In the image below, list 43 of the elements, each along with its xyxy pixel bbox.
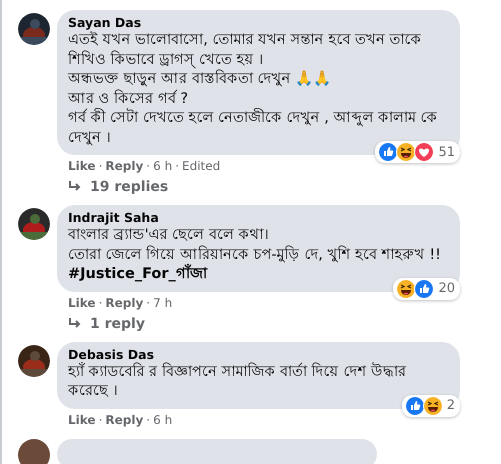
view-replies-link[interactable]: 1 reply xyxy=(57,310,145,342)
separator: · xyxy=(98,159,102,173)
avatar[interactable] xyxy=(18,208,50,240)
timestamp[interactable]: 6 h xyxy=(153,412,172,426)
laughing-face-icon xyxy=(396,142,416,162)
heart-icon xyxy=(414,142,434,162)
like-link[interactable]: Like xyxy=(68,159,96,173)
like-link[interactable]: Like xyxy=(68,296,96,310)
author-name[interactable]: Indrajit Saha xyxy=(68,210,446,226)
comment-text: অন্ধভক্ত ছাড়ুন আর বাস্তবিকতা দেখুন 🙏🙏 xyxy=(68,70,332,89)
separator: · xyxy=(146,159,150,173)
reply-link[interactable]: Reply xyxy=(105,412,144,426)
edited-label: Edited xyxy=(182,159,220,173)
comment-text: এতই যখন ভালোবাসো, তোমার যখন সন্তান হবে তখন তাকে শিখিও কিভাবে ড্রাগস্ খেতে হয় । xyxy=(68,31,422,70)
reply-arrow-icon xyxy=(68,181,82,193)
avatar[interactable] xyxy=(18,13,50,45)
comment-text: তোরা জেলে গিয়ে আরিয়ানকে চপ-মুড়ি দে, খুশি হবে শাহরুখ !! xyxy=(68,246,442,264)
comment-text: আর ও কিসের গর্ব ? xyxy=(68,90,190,108)
author-name[interactable]: Sayan Das xyxy=(68,15,446,31)
avatar[interactable] xyxy=(18,344,50,376)
like-icon xyxy=(404,396,425,416)
timestamp[interactable]: 7 h xyxy=(153,296,172,310)
view-replies-link[interactable]: 19 replies xyxy=(57,173,168,205)
reply-arrow-icon xyxy=(68,318,82,330)
reply-link[interactable]: Reply xyxy=(105,296,144,310)
comment-text: বাংলার ব্র্যান্ড'এর ছেলে বলে কথা। xyxy=(68,226,270,245)
separator: · xyxy=(175,159,180,173)
avatar[interactable] xyxy=(18,438,50,464)
separator: · xyxy=(146,412,150,426)
separator: · xyxy=(98,412,102,426)
timestamp[interactable]: 6 h xyxy=(153,159,172,173)
reaction-summary[interactable]: 2 xyxy=(402,394,460,416)
laughing-face-icon xyxy=(422,396,443,416)
author-name[interactable]: Debasis Das xyxy=(68,346,446,362)
like-link[interactable]: Like xyxy=(68,412,96,426)
reply-link[interactable]: Reply xyxy=(105,159,144,173)
separator: · xyxy=(98,296,102,310)
like-icon xyxy=(414,278,434,298)
laughing-face-icon xyxy=(396,278,416,298)
like-icon xyxy=(378,142,398,162)
separator: · xyxy=(146,296,150,310)
reaction-summary[interactable]: 20 xyxy=(393,278,460,300)
reaction-summary[interactable]: 51 xyxy=(375,141,460,163)
